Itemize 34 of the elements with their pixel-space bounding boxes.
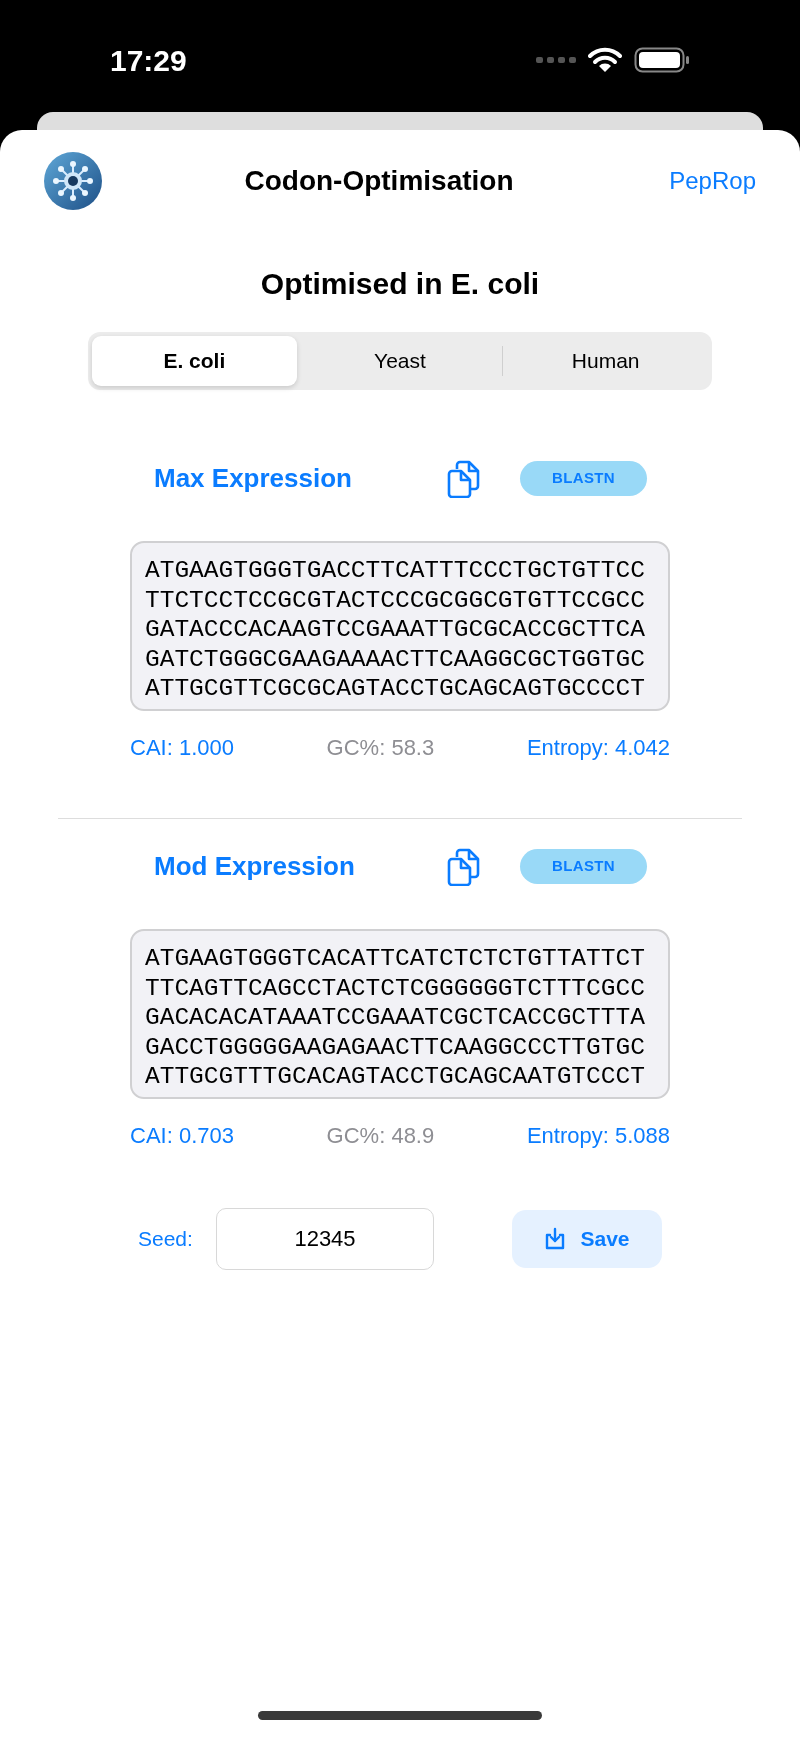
tab[interactable]: E. coli bbox=[92, 336, 297, 386]
sequence-line: ATGAAGTGGGTCACATTCATCTCTCTGTTATTCT bbox=[145, 944, 646, 974]
sequence-line: TTCTCCTCCGCGTACTCCCGCGGCGTGTTCCGCC bbox=[145, 585, 646, 615]
peprop-link[interactable]: PepRop bbox=[656, 163, 756, 199]
section-title: Max Expression bbox=[154, 462, 353, 495]
battery-icon bbox=[634, 47, 690, 73]
copy-icon[interactable] bbox=[446, 847, 480, 886]
cai-value: CAI: 1.000 bbox=[130, 734, 234, 762]
signal-icon bbox=[536, 56, 576, 64]
app-title: Codon-Optimisation bbox=[244, 164, 514, 198]
tab[interactable]: Yeast bbox=[297, 336, 503, 386]
sequence-line: TTCAGTTCAGCCTACTCTCGGGGGGTCTTTCGCC bbox=[145, 973, 646, 1003]
wifi-icon bbox=[588, 47, 622, 73]
entropy-value: Entropy: 4.042 bbox=[526, 734, 670, 762]
sequence-line: ATTGCGTTTGCACAGTACCTGCAGCAATGTCCCT bbox=[145, 1062, 646, 1092]
sequence-line: GACCTGGGGGAAGAGAACTTCAAGGCCCTTGTGC bbox=[145, 1032, 646, 1062]
copy-icon[interactable] bbox=[446, 459, 480, 498]
gc-value: GC%: 48.9 bbox=[326, 1122, 435, 1150]
app-logo-icon bbox=[44, 152, 102, 210]
gc-value: GC%: 58.3 bbox=[326, 734, 435, 762]
sequence-line: ATTGCGTTCGCGCAGTACCTGCAGCAGTGCCCCT bbox=[145, 674, 646, 704]
sequence-line: GATCTGGGCGAAGAAAACTTCAAGGCGCTGGTGC bbox=[145, 644, 646, 674]
status-time: 17:29 bbox=[110, 42, 187, 79]
seed-field[interactable]: 12345 bbox=[216, 1208, 434, 1270]
entropy-value: Entropy: 5.088 bbox=[526, 1122, 670, 1150]
sequence-line: GATACCCACAAGTCCGAAATTGCGCACCGCTTCA bbox=[145, 615, 646, 645]
sequence-line: ATGAAGTGGGTGACCTTCATTTCCCTGCTGTTCC bbox=[145, 556, 646, 586]
page-heading: Optimised in E. coli bbox=[260, 266, 540, 302]
download-icon bbox=[544, 1227, 567, 1251]
sequence-line: GACACACATAAATCCGAAATCGCTCACCGCTTTA bbox=[145, 1003, 646, 1033]
seed-label: Seed: bbox=[138, 1226, 194, 1253]
cai-value: CAI: 0.703 bbox=[130, 1122, 234, 1150]
section-title: Mod Expression bbox=[154, 850, 356, 883]
tab[interactable]: Human bbox=[503, 336, 708, 386]
